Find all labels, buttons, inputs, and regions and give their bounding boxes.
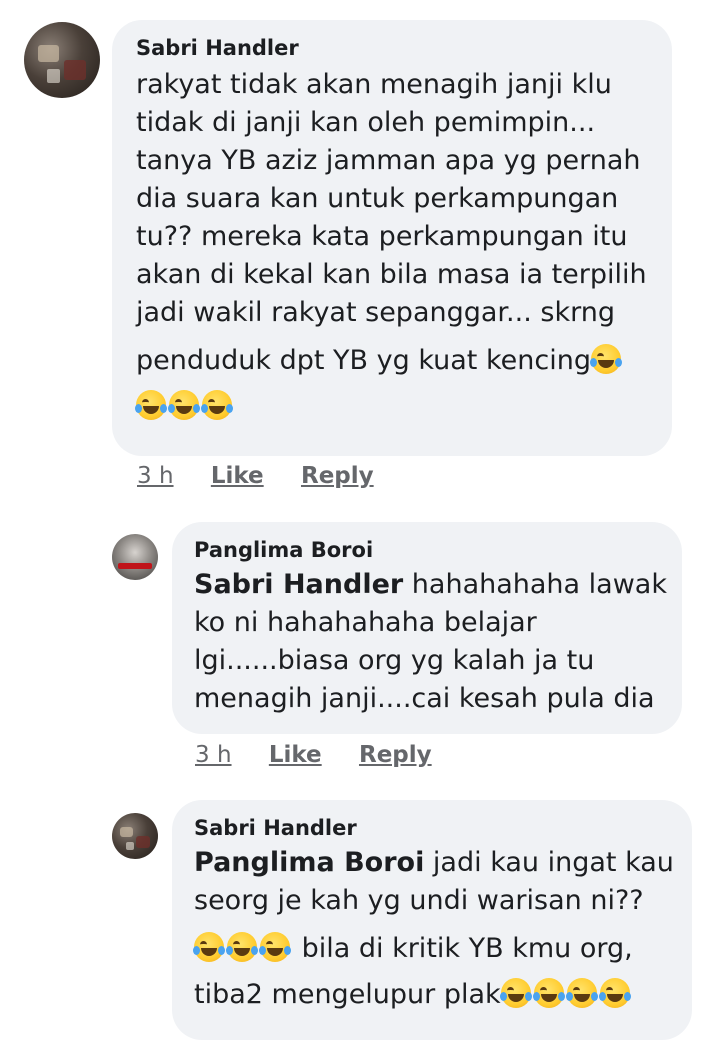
comment-text: tu?? mereka kata perkampungan itu [136, 221, 628, 252]
face-with-tears-of-joy-icon [499, 978, 532, 1008]
comment-actions: 3 h Like Reply [137, 463, 404, 489]
mention-link[interactable]: Sabri Handler [194, 569, 403, 600]
comment-text-line: bila di kritik YB kmu org, [193, 930, 692, 968]
comment-bubble: Sabri Handler rakyat tidak akan menagih … [112, 20, 672, 456]
face-with-tears-of-joy-icon [259, 932, 291, 962]
comment-text: seorg je kah yg undi warisan ni?? [194, 885, 644, 916]
comment-text: lgi......biasa org yg kalah ja tu [194, 645, 595, 676]
comment-text: tidak di janji kan oleh pemimpin... [136, 107, 596, 138]
comment-text: ko ni hahahahaha belajar [194, 607, 537, 638]
avatar[interactable] [112, 813, 158, 859]
face-with-tears-of-joy-icon [193, 932, 225, 962]
comment-text: jadi kau ingat kau [424, 847, 674, 878]
face-with-tears-of-joy-icon [532, 978, 565, 1008]
comment-text: hahahahaha lawak [403, 569, 667, 600]
like-button[interactable]: Like [211, 463, 264, 489]
comment-text-line: Panglima Boroi jadi kau ingat kau [194, 844, 692, 882]
comment-bubble: Sabri Handler Panglima Boroi jadi kau in… [172, 800, 692, 1040]
comment-text-line: Sabri Handler hahahahaha lawak [194, 566, 682, 604]
emoji-row [135, 388, 672, 426]
comment-bubble: Panglima Boroi Sabri Handler hahahahaha … [172, 522, 682, 734]
comment-timestamp[interactable]: 3 h [137, 463, 174, 489]
reply-button[interactable]: Reply [301, 463, 374, 489]
comment-text: penduduk dpt YB yg kuat kencing [136, 345, 591, 376]
face-with-tears-of-joy-icon [168, 390, 200, 420]
comment-text: tanya YB aziz jamman apa yg pernah [136, 145, 641, 176]
reply-button[interactable]: Reply [359, 742, 432, 768]
face-with-tears-of-joy-icon [598, 978, 631, 1008]
avatar[interactable] [112, 534, 158, 580]
face-with-tears-of-joy-icon [201, 390, 233, 420]
comment-actions: 3 h Like Reply [195, 742, 462, 768]
comment-text: rakyat tidak akan menagih janji klu [136, 69, 612, 100]
comment-text-line: penduduk dpt YB yg kuat kencing [136, 342, 672, 380]
comment-text: dia suara kan untuk perkampungan [136, 183, 619, 214]
face-with-tears-of-joy-icon [589, 344, 622, 374]
comment-text: menagih janji....cai kesah pula dia [194, 683, 655, 714]
comment-timestamp[interactable]: 3 h [195, 742, 232, 768]
comment-text: bila di kritik YB kmu org, [293, 933, 633, 964]
face-with-tears-of-joy-icon [226, 932, 258, 962]
comment-text: jadi wakil rakyat sepanggar... skrng [136, 297, 615, 328]
face-with-tears-of-joy-icon [565, 978, 598, 1008]
comment-author[interactable]: Sabri Handler [136, 36, 672, 60]
mention-link[interactable]: Panglima Boroi [194, 847, 424, 878]
avatar[interactable] [24, 22, 100, 98]
comment-text: tiba2 mengelupur plak [194, 979, 501, 1010]
like-button[interactable]: Like [269, 742, 322, 768]
comment-text-line: tiba2 mengelupur plak [194, 976, 692, 1014]
comment-text: akan di kekal kan bila masa ia terpilih [136, 259, 647, 290]
face-with-tears-of-joy-icon [135, 390, 167, 420]
comment-author[interactable]: Panglima Boroi [194, 538, 682, 562]
comment-author[interactable]: Sabri Handler [194, 816, 692, 840]
